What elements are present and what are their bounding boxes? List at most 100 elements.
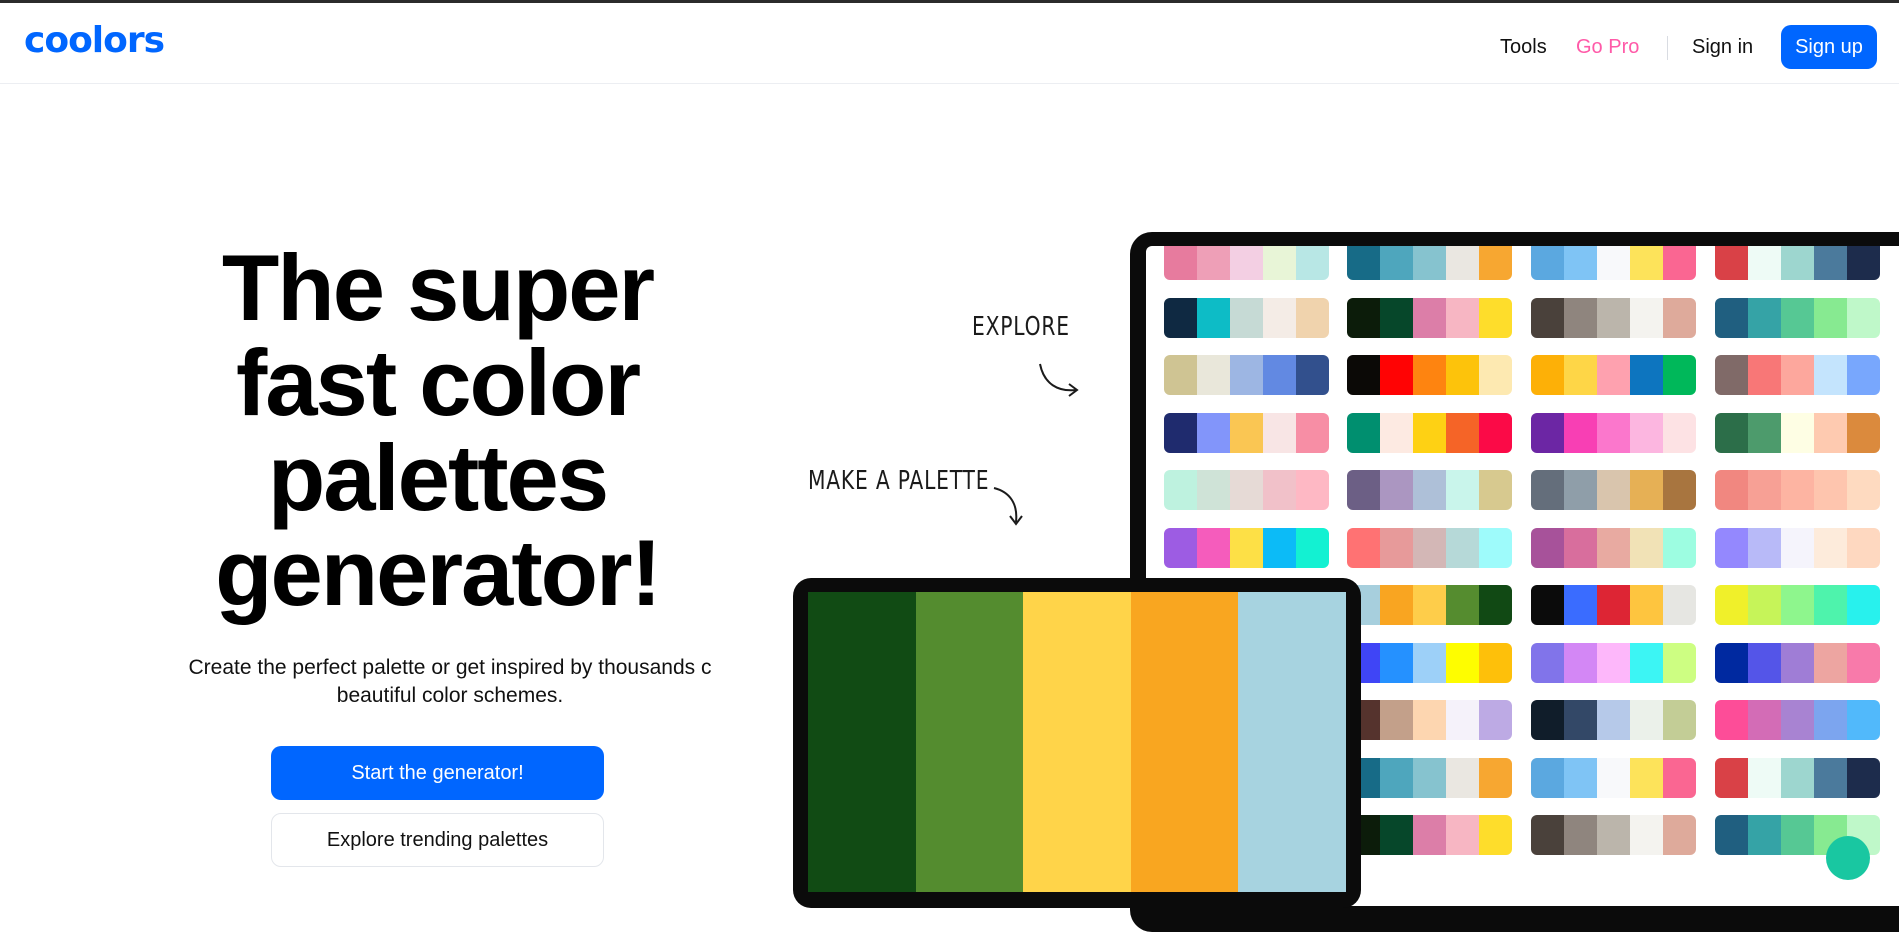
palette-card[interactable] bbox=[1531, 412, 1696, 453]
palette-swatch bbox=[1814, 412, 1847, 453]
palette-card[interactable] bbox=[1164, 246, 1329, 280]
palette-swatch bbox=[1630, 642, 1663, 683]
palette-swatch bbox=[1531, 412, 1564, 453]
palette-card[interactable] bbox=[1531, 757, 1696, 798]
palette-card[interactable] bbox=[1715, 297, 1880, 338]
palette-swatch bbox=[1597, 700, 1630, 740]
palette-card[interactable] bbox=[1531, 815, 1696, 855]
palette-swatch bbox=[1630, 585, 1663, 625]
hero-subtitle-line: beautiful color schemes. bbox=[336, 684, 564, 707]
palette-swatch bbox=[1663, 585, 1696, 625]
color-swatch[interactable] bbox=[1130, 592, 1239, 892]
hero-title-line: The super bbox=[221, 235, 655, 340]
palette-card[interactable] bbox=[1715, 642, 1880, 683]
sign-in-link[interactable]: Sign in bbox=[1692, 27, 1753, 67]
palette-swatch bbox=[1847, 757, 1880, 798]
color-swatch[interactable] bbox=[808, 592, 916, 892]
palette-card[interactable] bbox=[1531, 527, 1696, 568]
palette-swatch bbox=[1446, 246, 1479, 280]
color-swatch[interactable] bbox=[1238, 592, 1346, 892]
palette-card[interactable] bbox=[1164, 355, 1329, 395]
palette-swatch bbox=[1781, 355, 1814, 395]
palette-swatch bbox=[1748, 246, 1781, 280]
nav-tools-link[interactable]: Tools bbox=[1500, 27, 1547, 67]
featured-palette[interactable] bbox=[808, 592, 1346, 892]
palette-card[interactable] bbox=[1531, 642, 1696, 683]
palette-swatch bbox=[1715, 412, 1748, 453]
palette-card[interactable] bbox=[1347, 700, 1512, 740]
palette-card[interactable] bbox=[1347, 355, 1512, 395]
palette-card[interactable] bbox=[1164, 412, 1329, 453]
palette-swatch bbox=[1380, 355, 1413, 395]
palette-swatch bbox=[1814, 585, 1847, 625]
palette-swatch bbox=[1630, 527, 1663, 568]
palette-swatch bbox=[1814, 246, 1847, 280]
palette-card[interactable] bbox=[1531, 246, 1696, 280]
palette-swatch bbox=[1380, 412, 1413, 453]
palette-card[interactable] bbox=[1164, 470, 1329, 510]
palette-swatch bbox=[1446, 355, 1479, 395]
palette-card[interactable] bbox=[1347, 585, 1512, 625]
palette-swatch bbox=[1564, 642, 1597, 683]
coolors-logo[interactable]: coolors bbox=[24, 21, 165, 61]
palette-card[interactable] bbox=[1347, 757, 1512, 798]
palette-card[interactable] bbox=[1715, 355, 1880, 395]
palette-swatch bbox=[1413, 527, 1446, 568]
palette-card[interactable] bbox=[1715, 412, 1880, 453]
color-swatch[interactable] bbox=[915, 592, 1024, 892]
nav-go-pro-link[interactable]: Go Pro bbox=[1576, 27, 1639, 67]
palette-swatch bbox=[1715, 297, 1748, 338]
palette-swatch bbox=[1597, 246, 1630, 280]
palette-swatch bbox=[1164, 527, 1197, 568]
palette-swatch bbox=[1748, 700, 1781, 740]
color-swatch[interactable] bbox=[1023, 592, 1131, 892]
palette-swatch bbox=[1479, 470, 1512, 510]
palette-card[interactable] bbox=[1715, 527, 1880, 568]
palette-swatch bbox=[1413, 757, 1446, 798]
palette-swatch bbox=[1446, 700, 1479, 740]
palette-swatch bbox=[1814, 297, 1847, 338]
palette-swatch bbox=[1597, 642, 1630, 683]
palette-card[interactable] bbox=[1715, 585, 1880, 625]
palette-card[interactable] bbox=[1347, 297, 1512, 338]
palette-swatch bbox=[1847, 527, 1880, 568]
palette-swatch bbox=[1380, 815, 1413, 855]
palette-swatch bbox=[1230, 470, 1263, 510]
palette-card[interactable] bbox=[1164, 527, 1329, 568]
start-generator-button[interactable]: Start the generator! bbox=[271, 746, 604, 800]
palette-card[interactable] bbox=[1715, 246, 1880, 280]
palette-card[interactable] bbox=[1715, 757, 1880, 798]
palette-swatch bbox=[1630, 757, 1663, 798]
palette-swatch bbox=[1597, 815, 1630, 855]
palette-swatch bbox=[1814, 700, 1847, 740]
palette-swatch bbox=[1663, 355, 1696, 395]
palette-swatch bbox=[1531, 355, 1564, 395]
palette-card[interactable] bbox=[1715, 470, 1880, 510]
palette-swatch bbox=[1781, 527, 1814, 568]
palette-card[interactable] bbox=[1715, 700, 1880, 740]
palette-card[interactable] bbox=[1531, 585, 1696, 625]
palette-card[interactable] bbox=[1347, 527, 1512, 568]
palette-swatch bbox=[1347, 527, 1380, 568]
palette-swatch bbox=[1347, 355, 1380, 395]
palette-swatch bbox=[1197, 355, 1230, 395]
palette-swatch bbox=[1380, 527, 1413, 568]
palette-swatch bbox=[1380, 585, 1413, 625]
palette-card[interactable] bbox=[1531, 470, 1696, 510]
palette-card[interactable] bbox=[1347, 412, 1512, 453]
chat-support-icon[interactable] bbox=[1826, 836, 1870, 880]
palette-card[interactable] bbox=[1347, 470, 1512, 510]
hero-subtitle-line: Create the perfect palette or get inspir… bbox=[188, 656, 712, 679]
palette-card[interactable] bbox=[1347, 815, 1512, 855]
palette-swatch bbox=[1847, 642, 1880, 683]
explore-trending-button[interactable]: Explore trending palettes bbox=[271, 813, 604, 867]
palette-card[interactable] bbox=[1531, 700, 1696, 740]
palette-card[interactable] bbox=[1347, 642, 1512, 683]
palette-swatch bbox=[1164, 412, 1197, 453]
palette-card[interactable] bbox=[1531, 355, 1696, 395]
palette-swatch bbox=[1748, 527, 1781, 568]
palette-card[interactable] bbox=[1347, 246, 1512, 280]
palette-card[interactable] bbox=[1164, 297, 1329, 338]
sign-up-button[interactable]: Sign up bbox=[1781, 25, 1877, 69]
palette-card[interactable] bbox=[1531, 297, 1696, 338]
